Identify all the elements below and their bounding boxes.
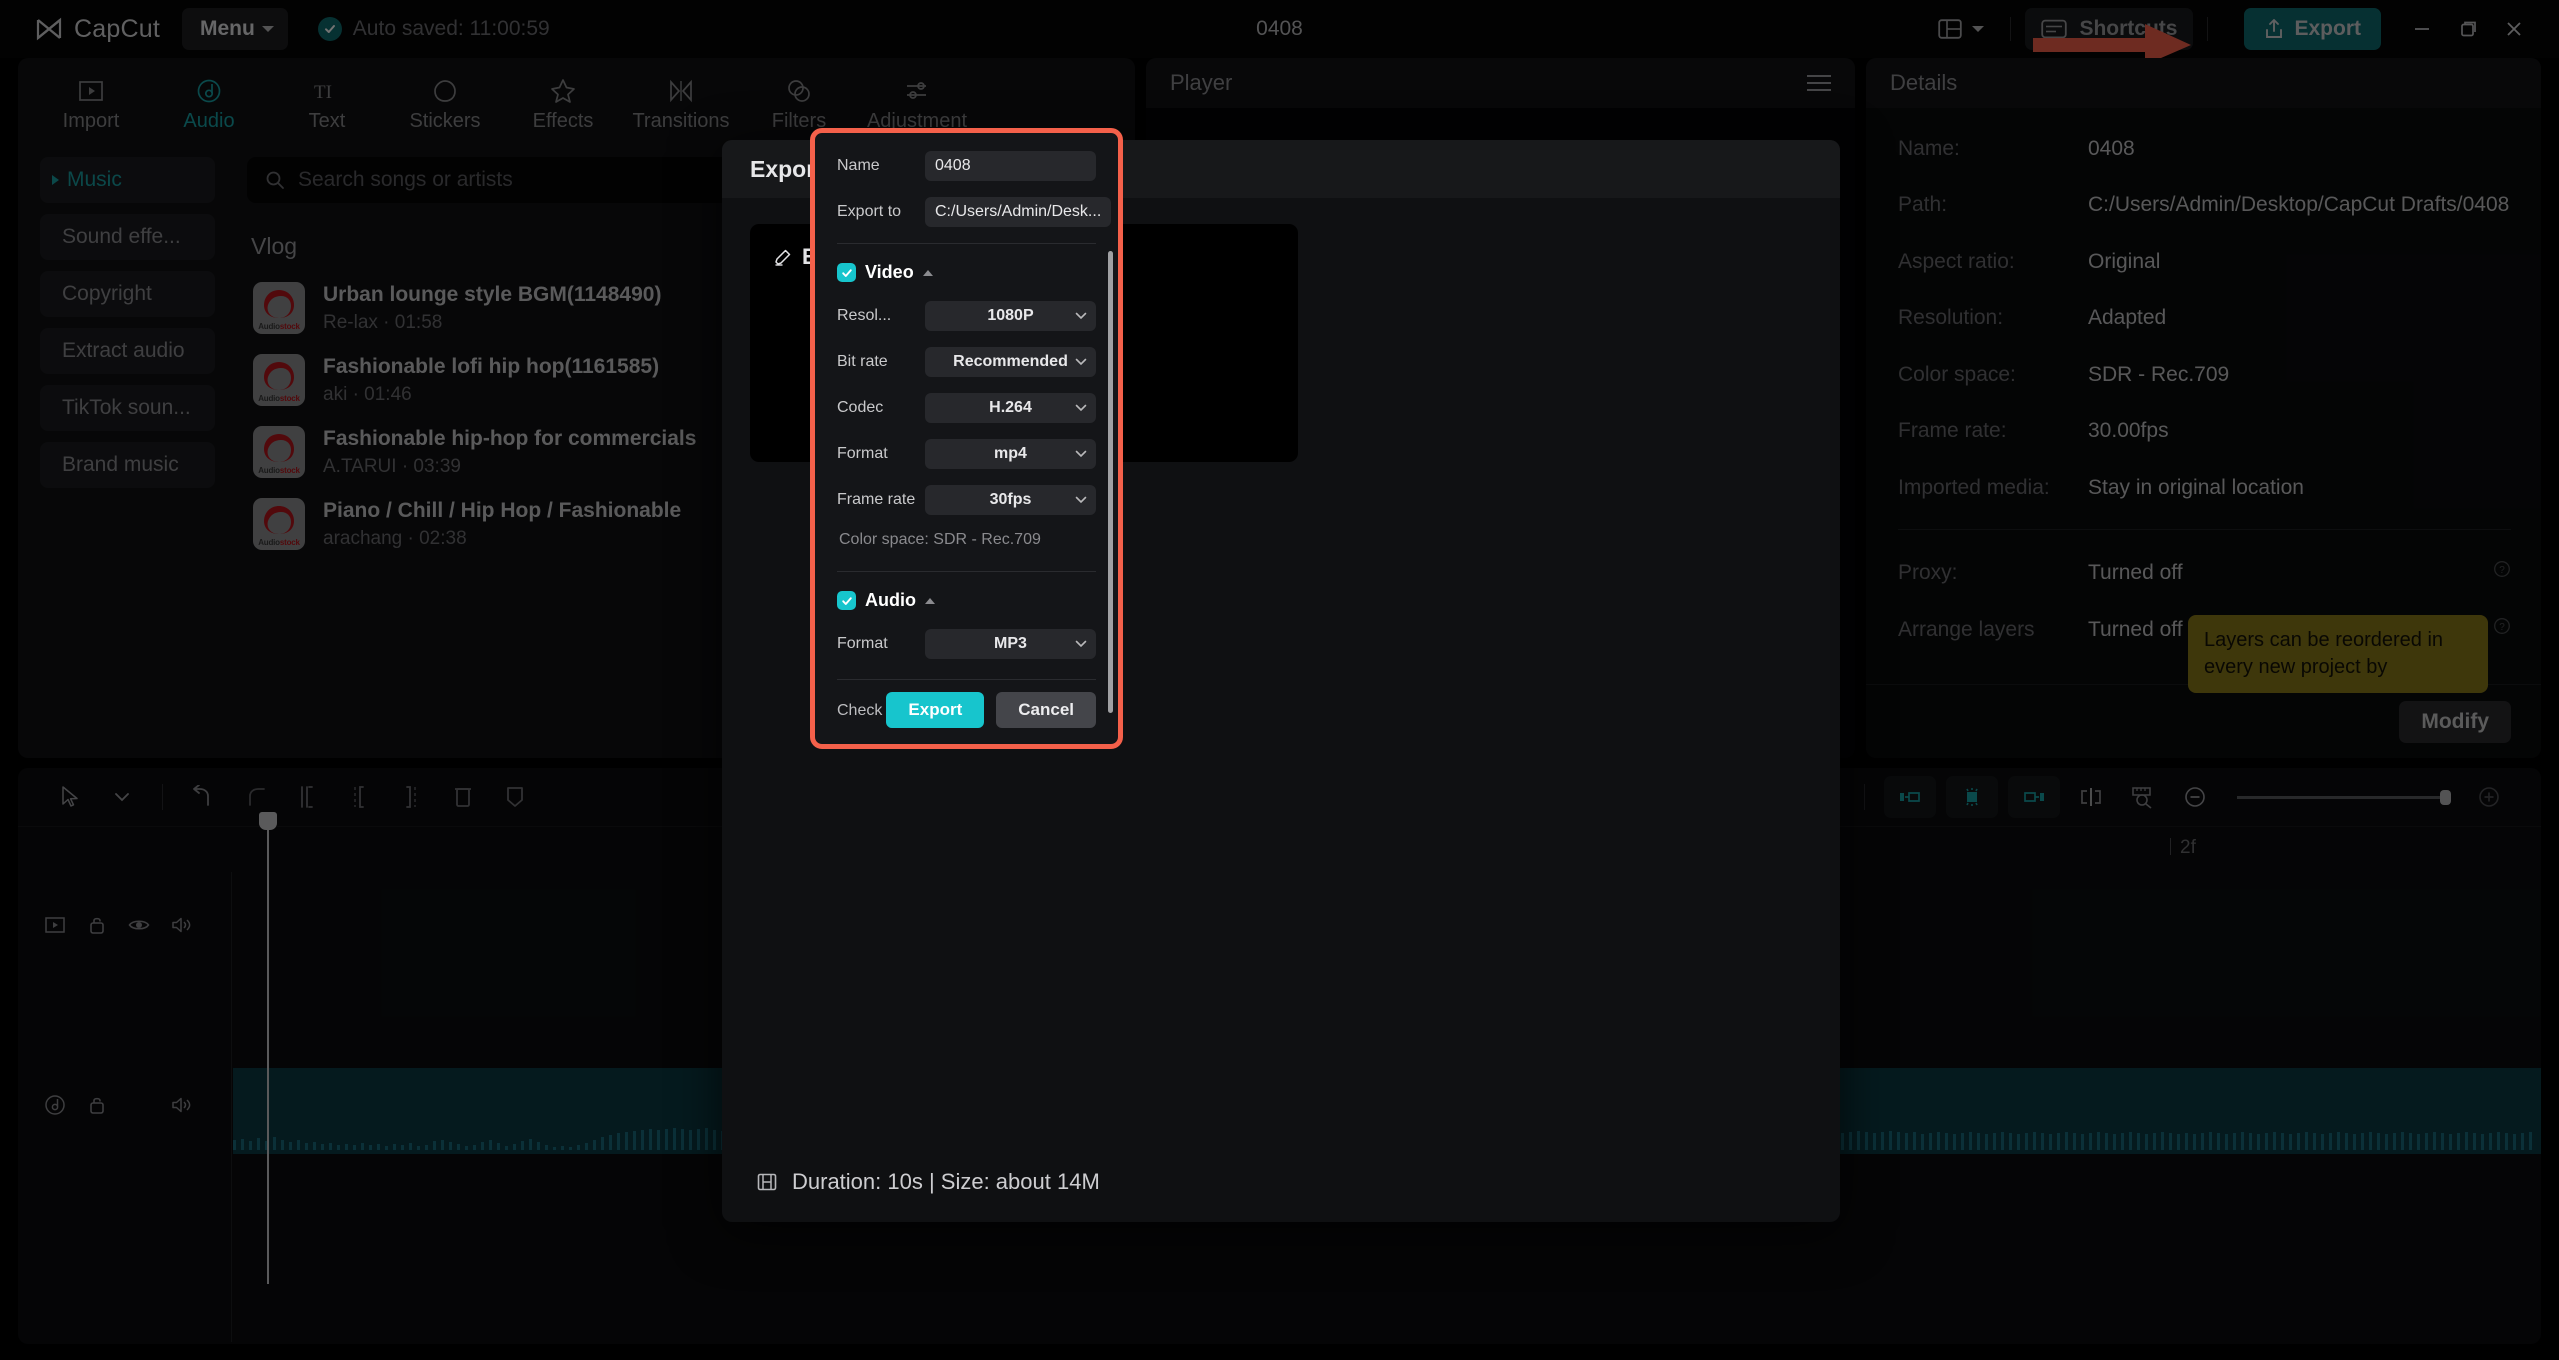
audio-section-title: Audio (865, 590, 916, 610)
settings-scrollbar[interactable] (1108, 251, 1113, 713)
video-section-header: Video (837, 262, 1096, 283)
chevron-up-icon[interactable] (922, 269, 933, 276)
bitrate-row: Bit rate Recommended (837, 347, 1096, 377)
export-settings-panel: Name 0408 Export to C:/Users/Admin/Desk.… (810, 128, 1123, 749)
audio-format-row: Format MP3 (837, 629, 1096, 659)
framerate-row: Frame rate 30fps (837, 485, 1096, 515)
divider (837, 571, 1096, 572)
codec-value: H.264 (989, 399, 1032, 416)
resolution-label: Resol... (837, 307, 892, 324)
bitrate-select[interactable]: Recommended (925, 347, 1096, 377)
audio-section-header: Audio (837, 590, 1096, 611)
pencil-icon (774, 248, 792, 266)
format-value: mp4 (994, 445, 1027, 462)
chevron-down-icon (1075, 496, 1087, 504)
audio-format-label: Format (837, 635, 888, 652)
name-label: Name (837, 157, 880, 174)
export-to-input[interactable]: C:/Users/Admin/Desk... (925, 197, 1112, 227)
browse-folder-button[interactable] (1118, 197, 1123, 227)
chevron-down-icon (1075, 358, 1087, 366)
resolution-select[interactable]: 1080P (925, 301, 1096, 331)
film-strip-icon (756, 1171, 778, 1193)
duration-size-text: Duration: 10s | Size: about 14M (792, 1169, 1100, 1194)
cancel-button[interactable]: Cancel (996, 692, 1096, 728)
framerate-select[interactable]: 30fps (925, 485, 1096, 515)
format-select[interactable]: mp4 (925, 439, 1096, 469)
codec-row: Codec H.264 (837, 393, 1096, 423)
chevron-down-icon (1075, 312, 1087, 320)
capcut-window: CapCut Menu Auto saved: 11:00:59 0408 (0, 0, 2559, 1360)
audio-format-select[interactable]: MP3 (925, 629, 1096, 659)
audio-checkbox[interactable] (837, 591, 856, 610)
export-dialog-footer-info: Duration: 10s | Size: about 14M (722, 1142, 1332, 1222)
format-label: Format (837, 445, 888, 462)
export-confirm-button[interactable]: Export (886, 692, 985, 728)
name-row: Name 0408 (837, 151, 1096, 181)
color-space-note: Color space: SDR - Rec.709 (839, 531, 1041, 548)
format-row: Format mp4 (837, 439, 1096, 469)
video-checkbox[interactable] (837, 263, 856, 282)
framerate-value: 30fps (989, 491, 1032, 508)
bitrate-label: Bit rate (837, 353, 888, 370)
export-to-row: Export to C:/Users/Admin/Desk... (837, 197, 1112, 227)
export-to-label: Export to (837, 203, 902, 220)
chevron-down-icon (1075, 404, 1087, 412)
audio-format-value: MP3 (994, 635, 1027, 652)
codec-label: Codec (837, 399, 884, 416)
chevron-down-icon (1075, 450, 1087, 458)
video-section-title: Video (865, 262, 914, 282)
resolution-value: 1080P (987, 307, 1034, 324)
divider (837, 243, 1096, 244)
export-settings-inner: Name 0408 Export to C:/Users/Admin/Desk.… (815, 133, 1118, 744)
export-dialog-actions: Export Cancel (886, 692, 1096, 728)
bitrate-value: Recommended (953, 353, 1068, 370)
divider (837, 679, 1096, 680)
codec-select[interactable]: H.264 (925, 393, 1096, 423)
folder-icon (1118, 204, 1123, 220)
framerate-label: Frame rate (837, 491, 916, 508)
chevron-up-icon[interactable] (925, 597, 935, 604)
name-input[interactable]: 0408 (925, 151, 1096, 181)
resolution-row: Resol... 1080P (837, 301, 1096, 331)
chevron-down-icon (1075, 640, 1087, 648)
